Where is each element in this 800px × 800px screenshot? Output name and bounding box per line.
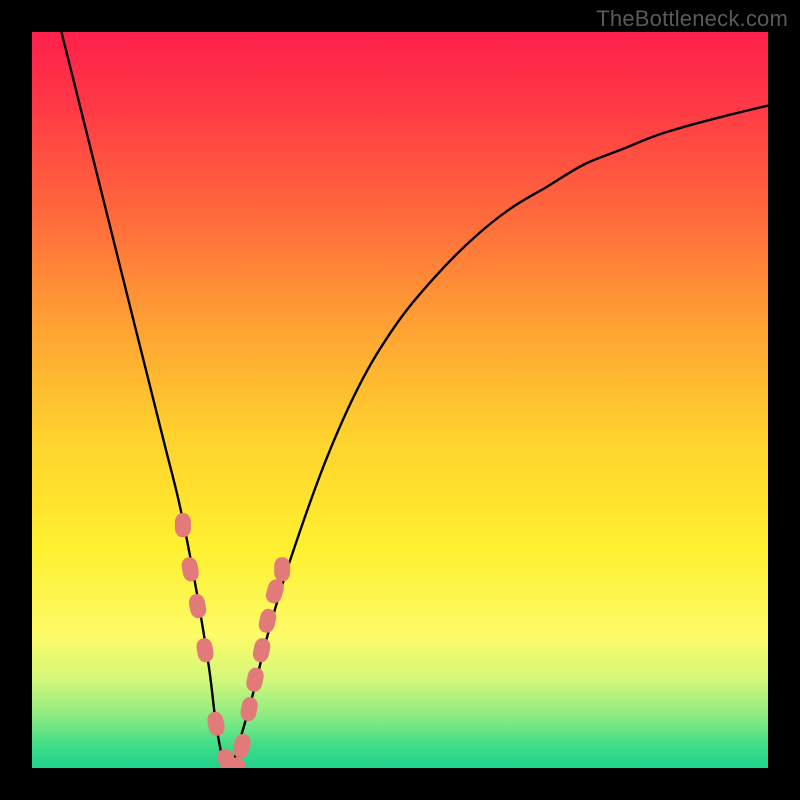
data-marker: [180, 556, 200, 582]
data-marker: [245, 666, 266, 693]
curve-layer: [61, 32, 768, 768]
data-marker: [251, 637, 272, 664]
chart-frame: TheBottleneck.com: [0, 0, 800, 800]
marker-layer: [175, 513, 290, 768]
data-marker: [188, 593, 208, 619]
plot-area: [32, 32, 768, 768]
data-marker: [195, 637, 215, 663]
data-marker: [274, 557, 290, 581]
data-marker: [206, 710, 226, 737]
bottleneck-curve: [61, 32, 768, 768]
data-marker: [239, 696, 259, 723]
watermark-text: TheBottleneck.com: [596, 6, 788, 32]
data-marker: [175, 513, 191, 537]
chart-svg: [32, 32, 768, 768]
